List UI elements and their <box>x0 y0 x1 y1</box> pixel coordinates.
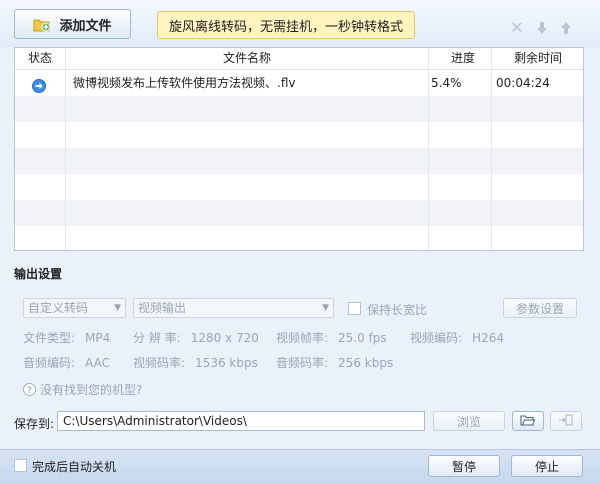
empty-row <box>15 174 583 200</box>
browse-label: 浏览 <box>456 414 481 429</box>
vbitrate-label: 视频码率: <box>133 356 186 370</box>
file-type-value: MP4 <box>85 331 111 345</box>
stop-label: 停止 <box>534 459 559 474</box>
chevron-down-icon: ▼ <box>322 303 329 313</box>
browse-button[interactable]: 浏览 <box>433 411 505 431</box>
acodec-label: 音频编码: <box>23 356 76 370</box>
table-header: 状态 文件名称 进度 剩余时间 <box>15 48 583 70</box>
output-settings-title: 输出设置 <box>14 267 63 281</box>
vcodec-label: 视频编码: <box>410 331 463 345</box>
open-folder-icon <box>520 414 536 429</box>
promo-banner[interactable]: 旋风离线转码，无需挂机，一秒钟转格式 <box>157 11 415 39</box>
pause-button[interactable]: 暂停 <box>428 455 500 477</box>
table-row[interactable]: 微博视频发布上传软件使用方法视频、.flv 5.4% 00:04:24 <box>15 70 583 96</box>
column-divider <box>491 48 492 250</box>
folder-add-icon <box>33 17 51 32</box>
save-path-input[interactable]: C:\Users\Administrator\Videos\ <box>57 411 425 431</box>
acodec-spec: 音频编码: AAC <box>23 354 110 371</box>
col-header-status[interactable]: 状态 <box>15 48 65 69</box>
params-settings-label: 参数设置 <box>515 301 564 316</box>
preset-value: 自定义转码 <box>28 301 89 315</box>
arrow-up-icon[interactable] <box>559 21 573 35</box>
remaining-cell: 00:04:24 <box>496 76 550 90</box>
close-icon[interactable]: ✕ <box>510 20 524 36</box>
empty-row <box>15 148 583 174</box>
auto-shutdown-label: 完成后自动关机 <box>32 460 117 474</box>
open-folder-button[interactable] <box>512 411 544 431</box>
pause-label: 暂停 <box>451 459 476 474</box>
vbitrate-spec: 视频码率: 1536 kbps <box>133 354 258 371</box>
params-settings-button[interactable]: 参数设置 <box>503 298 577 318</box>
col-header-filename[interactable]: 文件名称 <box>66 48 428 69</box>
file-type-spec: 文件类型: MP4 <box>23 329 110 346</box>
resolution-spec: 分 辨 率: 1280 x 720 <box>133 329 259 346</box>
add-file-label: 添加文件 <box>59 18 112 34</box>
framerate-value: 25.0 fps <box>338 331 387 345</box>
empty-row <box>15 200 583 226</box>
help-link[interactable]: ? 没有找到您的机型? <box>23 381 142 398</box>
framerate-spec: 视频帧率: 25.0 fps <box>276 329 387 346</box>
abitrate-label: 音频码率: <box>276 356 329 370</box>
resolution-value: 1280 x 720 <box>190 331 259 345</box>
chevron-down-icon: ▼ <box>114 303 121 313</box>
output-format-select[interactable]: 视频输出 ▼ <box>133 298 334 318</box>
arrow-right-icon <box>32 76 46 96</box>
empty-row <box>15 122 583 148</box>
output-format-value: 视频输出 <box>138 301 187 315</box>
file-type-label: 文件类型: <box>23 331 76 345</box>
add-file-button[interactable]: 添加文件 <box>14 9 131 39</box>
abitrate-value: 256 kbps <box>338 356 394 370</box>
file-table: 状态 文件名称 进度 剩余时间 微博视频发布上传软件使用方法视频、.flv 5.… <box>14 47 584 251</box>
vbitrate-value: 1536 kbps <box>195 356 258 370</box>
column-divider <box>428 48 429 250</box>
empty-row <box>15 96 583 122</box>
resolution-label: 分 辨 率: <box>133 331 181 345</box>
preset-select[interactable]: 自定义转码 ▼ <box>23 298 126 318</box>
vcodec-spec: 视频编码: H264 <box>410 329 504 346</box>
stop-button[interactable]: 停止 <box>511 455 583 477</box>
empty-row <box>15 226 583 250</box>
filename-cell: 微博视频发布上传软件使用方法视频、.flv <box>73 76 296 90</box>
col-header-remaining[interactable]: 剩余时间 <box>492 48 583 69</box>
column-divider <box>65 48 66 250</box>
help-text: 没有找到您的机型? <box>40 383 143 397</box>
promo-text: 旋风离线转码，无需挂机，一秒钟转格式 <box>168 19 403 35</box>
acodec-value: AAC <box>85 356 110 370</box>
col-header-progress[interactable]: 进度 <box>429 48 497 69</box>
export-button[interactable] <box>550 411 582 431</box>
status-cell <box>32 70 52 96</box>
abitrate-spec: 音频码率: 256 kbps <box>276 354 393 371</box>
help-icon: ? <box>23 383 36 396</box>
keep-ratio-checkbox[interactable] <box>348 302 361 315</box>
save-to-label: 保存到: <box>14 417 55 431</box>
progress-cell: 5.4% <box>431 76 462 90</box>
auto-shutdown-checkbox[interactable] <box>14 459 27 472</box>
export-icon <box>558 414 574 429</box>
keep-ratio-label: 保持长宽比 <box>367 303 428 317</box>
framerate-label: 视频帧率: <box>276 331 329 345</box>
arrow-down-icon[interactable] <box>535 21 549 35</box>
vcodec-value: H264 <box>472 331 504 345</box>
svg-text:?: ? <box>27 386 32 396</box>
